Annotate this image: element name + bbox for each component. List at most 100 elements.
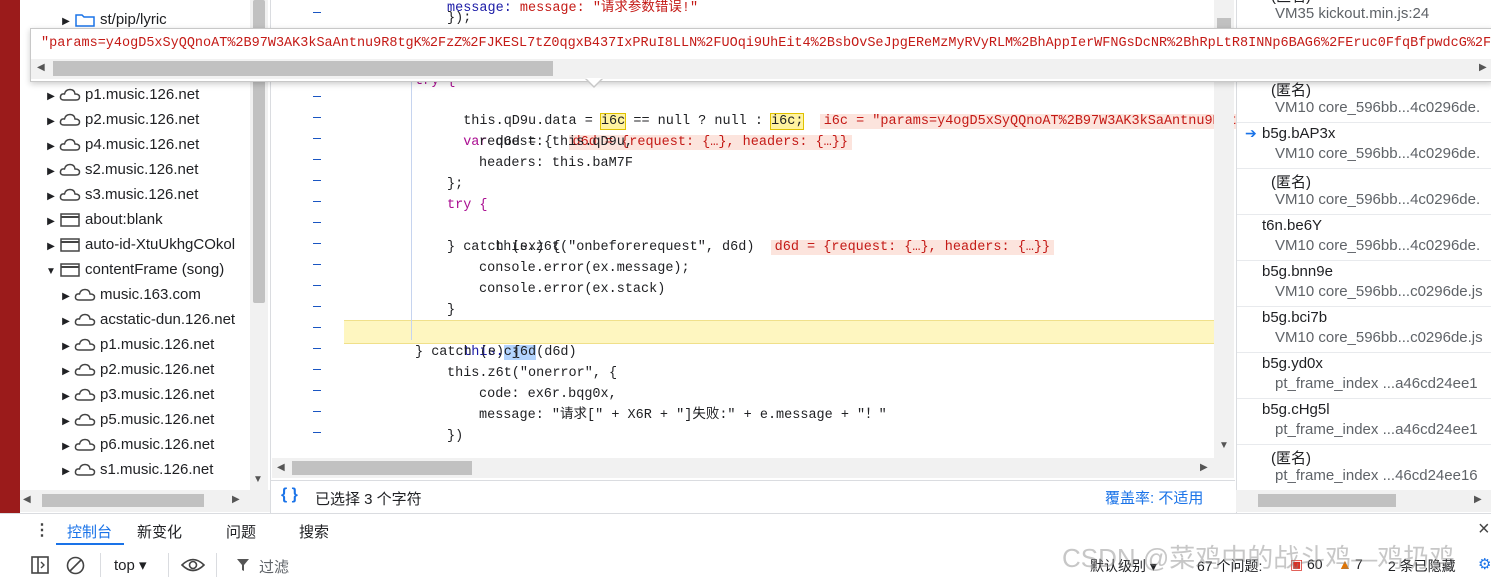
pretty-print-icon[interactable]: { } [281,486,298,504]
collapsed-arrow-icon[interactable]: ▶ [45,84,57,109]
callstack-scroll-right-icon[interactable]: ▶ [1474,494,1482,505]
tree-item[interactable]: ▶ s3.music.126.net [45,182,198,207]
tree-horizontal-scroll-thumb[interactable] [42,494,204,507]
code-line-console-stack[interactable]: console.error(ex.stack) [479,279,665,300]
code-line-error-message[interactable]: message: "请求[" + X6R + "]失败:" + e.messag… [479,405,887,426]
popover-scroll-left-icon[interactable]: ◀ [37,62,45,73]
tab-changes[interactable]: 新变化 [137,521,182,542]
gutter-line-marker[interactable] [313,327,321,328]
call-frame[interactable]: b5g.bci7b VM10 core_596bb...c0296de.js [1237,306,1491,353]
collapsed-arrow-icon[interactable]: ▶ [60,459,72,484]
close-drawer-icon[interactable]: × [1478,518,1490,541]
tree-item[interactable]: ▶ p3.music.126.net [60,382,214,407]
call-frame[interactable]: b5g.yd0x pt_frame_index ...a46cd24ee1 [1237,352,1491,399]
call-frame-location[interactable]: pt_frame_index ...a46cd24ee1 [1275,421,1478,438]
value-popover[interactable]: "params=y4ogD5xSyQQnoAT%2B97W3AK3kSaAntn… [30,28,1491,82]
collapsed-arrow-icon[interactable]: ▶ [60,334,72,359]
gutter-line-marker[interactable] [313,243,321,244]
gutter-line-marker[interactable] [313,180,321,181]
console-settings-gear-icon[interactable]: ⚙ [1478,555,1491,573]
call-frame[interactable]: t6n.be6Y VM10 core_596bb...4c0296de. [1237,214,1491,261]
tree-item[interactable]: ▶ p1.music.126.net [45,82,199,107]
coverage-status[interactable]: 覆盖率: 不适用 [1105,487,1203,508]
context-selector[interactable]: top ▾ [114,556,147,574]
gutter-line-marker[interactable] [313,348,321,349]
code-line-catch-ex[interactable]: } catch (ex) { [447,237,560,258]
drawer-menu-icon[interactable]: ⋮ [34,520,50,540]
code-line-close-obj[interactable]: }; [447,174,463,195]
gutter-line-marker[interactable] [313,285,321,286]
code-line-data-assign[interactable]: this.qD9u.data = i6c == null ? null : i6… [447,90,1249,130]
code-line-close-catch[interactable]: } [447,300,455,321]
clear-console-icon[interactable] [66,556,85,575]
scroll-right-arrow-icon[interactable]: ▶ [232,494,240,505]
code-line-message[interactable]: message: message: "请求参数错误!" [447,0,698,19]
gutter-line-marker[interactable] [313,159,321,160]
call-frame[interactable]: (匿名) VM10 core_596bb...4c0296de. [1237,76,1491,123]
expanded-arrow-icon[interactable]: ▼ [45,259,57,284]
code-line-var-d6d[interactable]: var d6d = { d6d = {request: {…}, headers… [447,111,852,150]
scroll-left-arrow-icon[interactable]: ◀ [23,494,31,505]
tab-console[interactable]: 控制台 [67,521,112,542]
tab-search[interactable]: 搜索 [299,521,329,542]
call-frame-location[interactable]: VM10 core_596bb...4c0296de. [1275,191,1480,208]
tree-item[interactable]: ▶ p2.music.126.net [60,357,214,382]
call-frame-location[interactable]: pt_frame_index ...46cd24ee16 [1275,467,1478,484]
call-frame[interactable]: (匿名)VM35 kickout.min.js:24 [1237,0,1491,29]
tree-item[interactable]: ▶ music.163.com [60,282,201,307]
gutter-line-marker[interactable] [313,222,321,223]
code-line-headers[interactable]: headers: this.baM7F [479,153,633,174]
gutter-line-marker[interactable] [313,201,321,202]
call-frame[interactable]: (匿名) VM10 core_596bb...4c0296de. [1237,168,1491,215]
gutter-line-marker[interactable] [313,138,321,139]
tree-item[interactable]: ▶ about:blank [45,207,162,234]
tree-item[interactable]: ▶ p1.music.126.net [60,332,214,357]
code-line-catch-e[interactable]: } catch (e) { [415,342,520,363]
call-frame-location[interactable]: pt_frame_index ...a46cd24ee1 [1275,375,1478,392]
collapsed-arrow-icon[interactable]: ▶ [60,409,72,434]
call-frame-location[interactable]: VM35 kickout.min.js:24 [1275,5,1429,22]
popover-value-text[interactable]: "params=y4ogD5xSyQQnoAT%2B97W3AK3kSaAntn… [41,36,1491,51]
popover-scroll-thumb[interactable] [53,61,553,76]
gutter-line-marker[interactable] [313,390,321,391]
gutter-line-marker[interactable] [313,411,321,412]
collapsed-arrow-icon[interactable]: ▶ [45,134,57,159]
collapsed-arrow-icon[interactable]: ▶ [45,209,57,234]
collapsed-arrow-icon[interactable]: ▶ [45,184,57,209]
editor-scroll-left-icon[interactable]: ◀ [277,462,285,473]
gutter-line-marker[interactable] [313,432,321,433]
tree-item[interactable]: ▶ acstatic-dun.126.net [60,307,235,332]
code-line-request[interactable]: request: this.qD9u, [479,132,633,153]
call-frame[interactable]: ➔ b5g.bAP3x VM10 core_596bb...4c0296de. [1237,122,1491,169]
code-line-onbeforerequest[interactable]: this.z6t("onbeforerequest", d6d) d6d = {… [479,216,1055,255]
editor-horizontal-scroll-thumb[interactable] [292,461,472,475]
collapsed-arrow-icon[interactable]: ▶ [60,434,72,459]
live-expression-eye-icon[interactable] [181,557,205,573]
tree-item[interactable]: ▶ p4.music.126.net [45,132,199,157]
tab-issues[interactable]: 问题 [226,521,256,542]
code-line-code[interactable]: code: ex6r.bqg0x, [479,384,617,405]
inline-value-i6c[interactable]: i6c = "params=y4ogD5xSyQQnoAT%2B97W3AK3k… [819,114,1249,129]
collapsed-arrow-icon[interactable]: ▶ [45,159,57,184]
code-line-try-inner[interactable]: try { [447,195,488,216]
editor-scroll-right-icon[interactable]: ▶ [1200,462,1208,473]
gutter-line-marker[interactable] [313,12,321,13]
gutter-line-marker[interactable] [313,264,321,265]
collapsed-arrow-icon[interactable]: ▶ [60,309,72,334]
call-frame-location[interactable]: VM10 core_596bb...4c0296de. [1275,237,1480,254]
tree-item[interactable]: ▼ contentFrame (song) [45,257,224,282]
collapsed-arrow-icon[interactable]: ▶ [60,359,72,384]
gutter-line-marker[interactable] [313,96,321,97]
filter-input[interactable]: 过滤 [259,556,289,577]
code-line-console-message[interactable]: console.error(ex.message); [479,258,690,279]
call-frame-location[interactable]: VM10 core_596bb...c0296de.js [1275,283,1483,300]
gutter-line-marker[interactable] [313,306,321,307]
call-frame-location[interactable]: VM10 core_596bb...4c0296de. [1275,99,1480,116]
tree-item[interactable]: ▶ p6.music.126.net [60,432,214,457]
call-frame[interactable]: b5g.bnn9e VM10 core_596bb...c0296de.js [1237,260,1491,307]
scroll-down-arrow-icon[interactable]: ▼ [253,474,263,485]
call-frame[interactable]: (匿名) pt_frame_index ...46cd24ee16 [1237,444,1491,491]
collapsed-arrow-icon[interactable]: ▶ [45,109,57,134]
callstack-horizontal-scroll-thumb[interactable] [1258,494,1396,507]
popover-scroll-right-icon[interactable]: ▶ [1479,62,1487,73]
